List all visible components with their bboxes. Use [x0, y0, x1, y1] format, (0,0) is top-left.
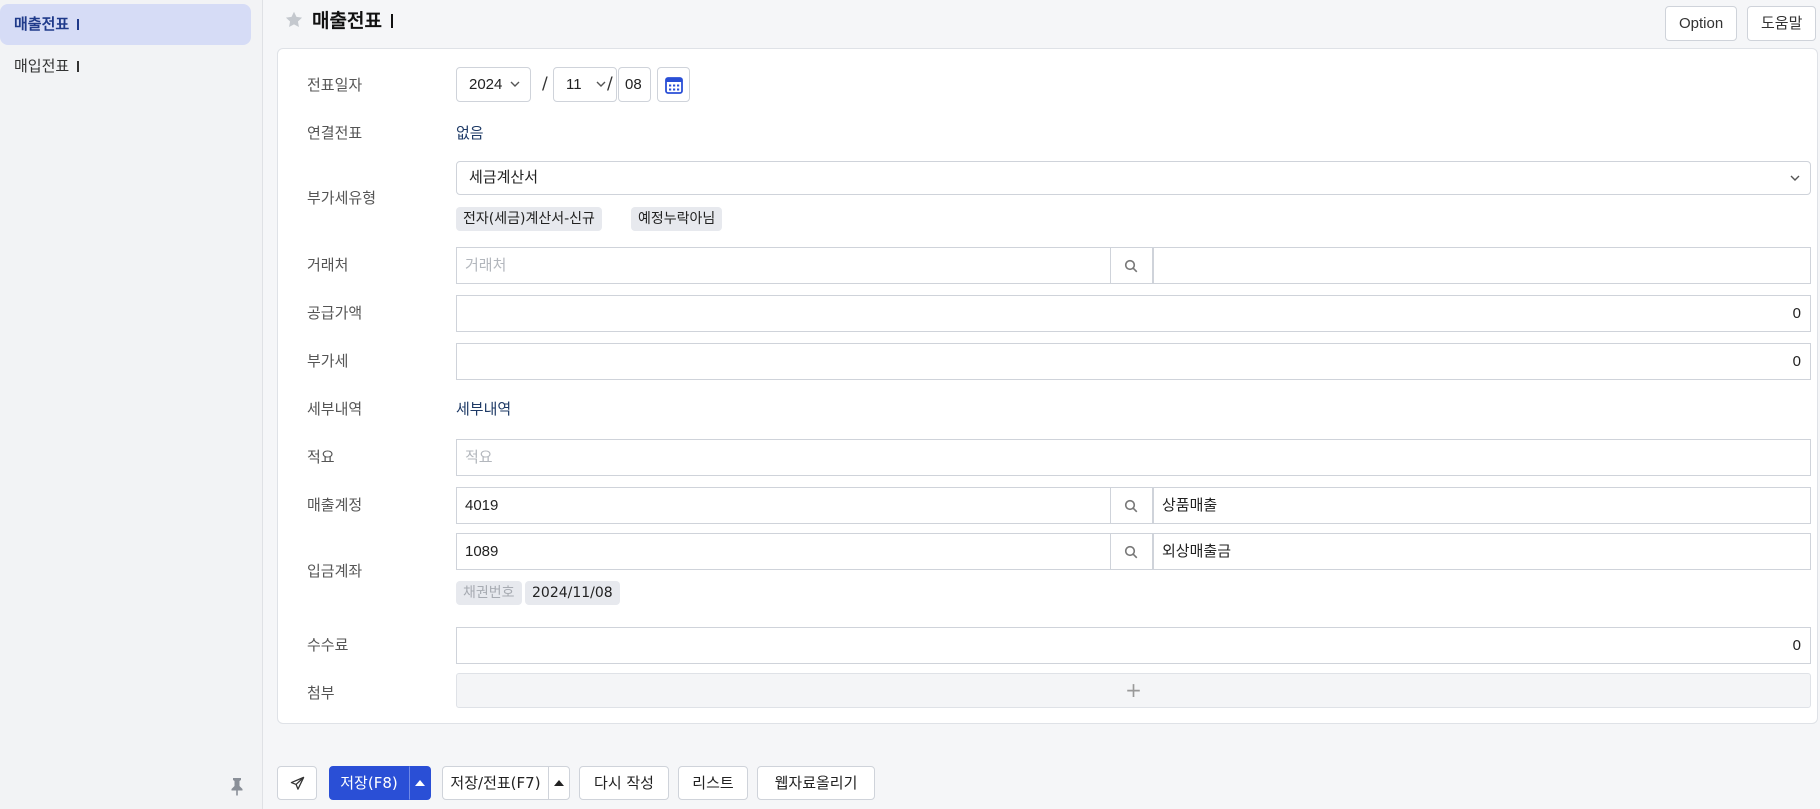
- rewrite-button[interactable]: 다시 작성: [579, 766, 669, 800]
- attach-add-button[interactable]: +: [456, 673, 1811, 708]
- list-button[interactable]: 리스트: [678, 766, 748, 800]
- deposit-account-name-input[interactable]: 외상매출금: [1153, 533, 1811, 570]
- chevron-down-icon: [510, 81, 520, 87]
- client-search-button[interactable]: [1111, 247, 1153, 284]
- supply-amount-input[interactable]: 0: [456, 295, 1811, 332]
- deposit-account-search-button[interactable]: [1111, 533, 1153, 570]
- send-icon: [290, 776, 305, 790]
- sidebar-item-label: 매입전표: [14, 57, 70, 75]
- details-label: 세부내역: [307, 400, 363, 418]
- sales-account-code-input[interactable]: 4019: [456, 487, 1111, 524]
- pin-icon[interactable]: [228, 776, 246, 796]
- supply-amount-label: 공급가액: [307, 304, 363, 322]
- fee-label: 수수료: [307, 636, 349, 654]
- save-voucher-dropdown-button[interactable]: [548, 766, 570, 800]
- chevron-down-icon: [1790, 175, 1800, 181]
- sales-account-label: 매출계정: [307, 496, 363, 514]
- date-separator: /: [542, 74, 548, 94]
- sidebar-item-purchase-voucher[interactable]: 매입전표: [0, 46, 251, 87]
- month-value: 11: [566, 76, 582, 93]
- save-button[interactable]: 저장(F8): [329, 766, 409, 800]
- fee-input[interactable]: 0: [456, 627, 1811, 664]
- date-label: 전표일자: [307, 76, 363, 94]
- client-name-input[interactable]: [1153, 247, 1811, 284]
- form-panel: 전표일자 2024 / 11 / 08 연결전표 없음 부가세유형 세금계산서: [277, 48, 1818, 724]
- help-button[interactable]: 도움말: [1747, 6, 1817, 41]
- linked-voucher-label: 연결전표: [307, 124, 363, 142]
- deposit-account-label: 입금계좌: [307, 562, 363, 580]
- vat-type-value: 세금계산서: [469, 169, 539, 186]
- sales-account-name-input[interactable]: 상품매출: [1153, 487, 1811, 524]
- search-icon: [1124, 545, 1138, 559]
- attach-label: 첨부: [307, 684, 335, 702]
- send-button[interactable]: [277, 766, 317, 800]
- sidebar-item-label: 매출전표: [14, 15, 70, 33]
- bond-number-tag[interactable]: 채권번호: [456, 581, 522, 605]
- cursor-bar: [390, 14, 393, 28]
- caret-up-icon: [554, 780, 564, 786]
- bond-date-tag[interactable]: 2024/11/08: [525, 581, 620, 605]
- search-icon: [1124, 499, 1138, 513]
- vat-amount-input[interactable]: 0: [456, 343, 1811, 380]
- plus-icon: +: [1125, 678, 1142, 702]
- memo-label: 적요: [307, 448, 335, 466]
- save-voucher-button[interactable]: 저장/전표(F7): [442, 766, 549, 800]
- star-icon[interactable]: [283, 9, 305, 31]
- year-value: 2024: [469, 76, 503, 93]
- cursor-bar: [77, 61, 80, 72]
- date-separator: /: [607, 74, 613, 94]
- details-link[interactable]: 세부내역: [456, 399, 511, 419]
- client-label: 거래처: [307, 256, 349, 274]
- cursor-bar: [77, 19, 80, 30]
- calendar-button[interactable]: [657, 67, 690, 102]
- main-area: 매출전표 Option 도움말 전표일자 2024 / 11 / 08 연결전표…: [263, 0, 1820, 809]
- caret-up-icon: [415, 780, 425, 786]
- search-icon: [1124, 259, 1138, 273]
- sales-account-search-button[interactable]: [1111, 487, 1153, 524]
- day-input[interactable]: 08: [618, 67, 651, 102]
- calendar-icon: [665, 77, 683, 94]
- sidebar-item-sales-voucher[interactable]: 매출전표: [0, 4, 251, 45]
- vat-type-tag[interactable]: 예정누락아님: [631, 207, 723, 231]
- page-title-text: 매출전표: [312, 10, 382, 32]
- year-select[interactable]: 2024: [456, 67, 531, 102]
- vat-label: 부가세: [307, 352, 349, 370]
- linked-voucher-value: 없음: [456, 124, 484, 142]
- chevron-down-icon: [596, 81, 606, 87]
- memo-input[interactable]: 적요: [456, 439, 1811, 476]
- deposit-account-code-input[interactable]: 1089: [456, 533, 1111, 570]
- client-code-input[interactable]: 거래처: [456, 247, 1111, 284]
- web-upload-button[interactable]: 웹자료올리기: [757, 766, 875, 800]
- page-title: 매출전표: [312, 7, 393, 35]
- sidebar: 매출전표 매입전표: [0, 0, 263, 809]
- save-dropdown-button[interactable]: [409, 766, 431, 800]
- option-button[interactable]: Option: [1665, 6, 1738, 41]
- vat-type-tag[interactable]: 전자(세금)계산서-신규: [456, 207, 602, 231]
- vat-type-label: 부가세유형: [307, 189, 377, 207]
- vat-type-select[interactable]: 세금계산서: [456, 161, 1811, 195]
